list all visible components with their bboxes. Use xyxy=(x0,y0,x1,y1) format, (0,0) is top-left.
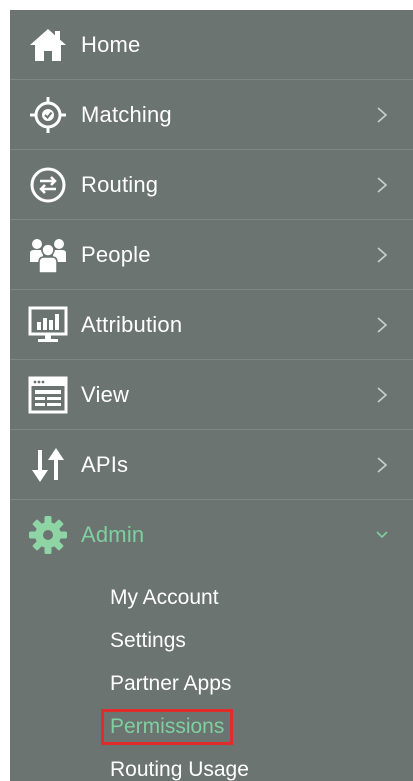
home-icon xyxy=(28,25,68,65)
sidebar-nav: Home Matching Routing People Attribution… xyxy=(10,10,413,781)
nav-item-routing[interactable]: Routing xyxy=(10,150,413,220)
nav-label-people: People xyxy=(81,241,151,267)
submenu-label: My Account xyxy=(110,585,219,609)
submenu-label: Settings xyxy=(110,628,186,652)
nav-item-home[interactable]: Home xyxy=(10,10,413,80)
chevron-down-icon xyxy=(376,531,388,539)
up-down-arrows-icon xyxy=(28,445,68,485)
submenu-item-permissions[interactable]: Permissions xyxy=(10,705,413,748)
chevron-right-icon xyxy=(377,316,388,333)
nav-label-matching: Matching xyxy=(81,101,172,127)
submenu-label-wrap: Permissions xyxy=(101,708,234,745)
gear-icon xyxy=(28,515,68,555)
nav-item-matching[interactable]: Matching xyxy=(10,80,413,150)
chevron-right-icon xyxy=(377,456,388,473)
nav-item-attribution[interactable]: Attribution xyxy=(10,290,413,360)
nav-label-routing: Routing xyxy=(81,171,159,197)
submenu-item-routing-usage[interactable]: Routing Usage xyxy=(10,748,413,781)
submenu-label: Permissions xyxy=(110,714,225,738)
people-icon xyxy=(28,235,68,275)
window-table-icon xyxy=(28,375,68,415)
chevron-right-icon xyxy=(377,106,388,123)
chevron-right-icon xyxy=(377,386,388,403)
nav-label-view: View xyxy=(81,381,130,407)
chevron-right-icon xyxy=(377,176,388,193)
submenu-label: Routing Usage xyxy=(110,757,249,781)
submenu-item-partner-apps[interactable]: Partner Apps xyxy=(10,662,413,705)
nav-label-apis: APIs xyxy=(81,451,129,477)
submenu-item-my-account[interactable]: My Account xyxy=(10,576,413,619)
admin-submenu: My Account Settings Partner Apps Permiss… xyxy=(10,570,413,781)
nav-label-attribution: Attribution xyxy=(81,311,183,337)
nav-item-people[interactable]: People xyxy=(10,220,413,290)
route-arrows-icon xyxy=(28,165,68,205)
nav-item-admin[interactable]: Admin xyxy=(10,500,413,570)
bar-chart-monitor-icon xyxy=(28,305,68,345)
target-check-icon xyxy=(28,95,68,135)
nav-item-view[interactable]: View xyxy=(10,360,413,430)
nav-label-home: Home xyxy=(81,31,141,57)
chevron-right-icon xyxy=(377,246,388,263)
nav-item-apis[interactable]: APIs xyxy=(10,430,413,500)
nav-label-admin: Admin xyxy=(81,522,145,547)
submenu-label: Partner Apps xyxy=(110,671,232,695)
submenu-item-settings[interactable]: Settings xyxy=(10,619,413,662)
